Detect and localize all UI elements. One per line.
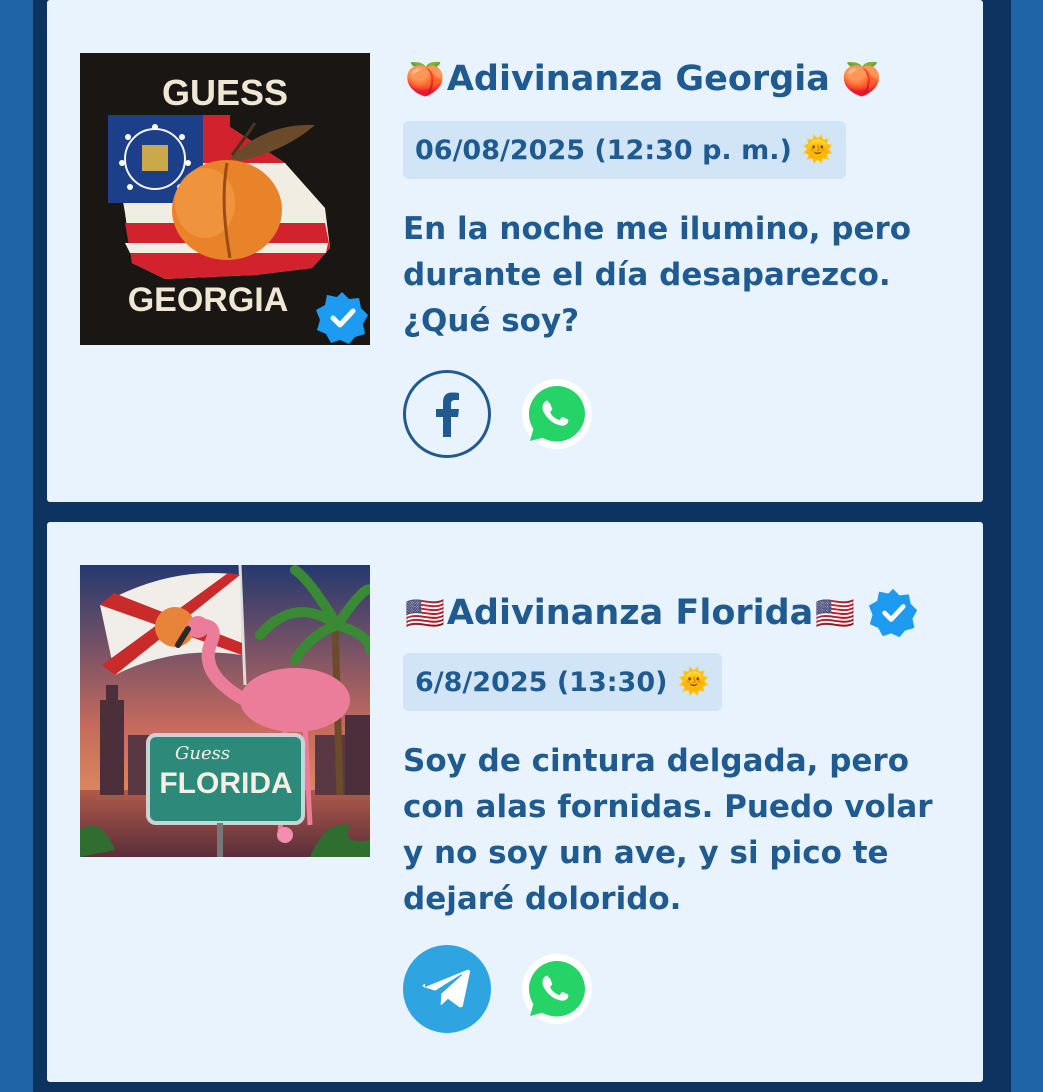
georgia-image[interactable]: GUESS GEORGIA: [80, 53, 370, 345]
peach-emoji-icon: 🍑: [841, 60, 882, 98]
date-text: 6/8/2025 (13:30): [415, 666, 668, 698]
florida-image[interactable]: Guess FLORIDA: [80, 565, 370, 857]
card-title: 🇺🇸 Adivinanza Florida 🇺🇸: [403, 582, 919, 644]
florida-image-text-bottom: FLORIDA: [159, 767, 292, 800]
florida-image-text-top: Guess: [175, 743, 230, 764]
sun-emoji-icon: 🌞: [677, 667, 710, 697]
riddle-text: En la noche me ilumino, pero durante el …: [403, 211, 912, 339]
date-badge: 06/08/2025 (12:30 p. m.) 🌞: [403, 121, 847, 179]
riddle-card-florida: Guess FLORIDA 🇺🇸 Adivinanza Florida 🇺🇸 6…: [47, 522, 983, 1082]
telegram-icon: [422, 969, 470, 1008]
peach-emoji-icon: 🍑: [405, 60, 445, 98]
whatsapp-share-button[interactable]: [521, 378, 593, 450]
riddle-text: Soy de cintura delgada, pero con alas fo…: [403, 743, 933, 917]
facebook-share-button[interactable]: [403, 370, 491, 458]
us-flag-emoji-icon: 🇺🇸: [405, 594, 445, 632]
whatsapp-icon: [522, 954, 592, 1024]
card-title: 🍑 Adivinanza Georgia 🍑: [403, 48, 884, 110]
riddle-card-frame-georgia: GUESS GEORGIA 🍑 Adivinanza Georgia 🍑 06/…: [33, 0, 1011, 512]
card-title-text: Adivinanza Georgia: [446, 59, 830, 99]
riddle-card-frame-florida: Guess FLORIDA 🇺🇸 Adivinanza Florida 🇺🇸 6…: [33, 512, 1011, 1092]
share-buttons: [403, 370, 593, 458]
telegram-share-button[interactable]: [403, 945, 491, 1033]
sun-emoji-icon: 🌞: [801, 135, 835, 165]
whatsapp-icon: [522, 379, 592, 449]
date-text: 06/08/2025 (12:30 p. m.): [415, 134, 792, 166]
whatsapp-share-button[interactable]: [521, 953, 593, 1025]
share-buttons: [403, 945, 593, 1033]
georgia-image-text-bottom: GEORGIA: [128, 281, 289, 319]
facebook-icon: [436, 392, 459, 437]
us-flag-emoji-icon: 🇺🇸: [815, 594, 856, 632]
riddle-card-georgia: GUESS GEORGIA 🍑 Adivinanza Georgia 🍑 06/…: [47, 0, 983, 502]
verified-badge-icon: [869, 588, 918, 638]
card-title-text: Adivinanza Florida: [446, 593, 814, 633]
georgia-image-text-top: GUESS: [162, 72, 288, 113]
date-badge: 6/8/2025 (13:30) 🌞: [403, 653, 722, 711]
